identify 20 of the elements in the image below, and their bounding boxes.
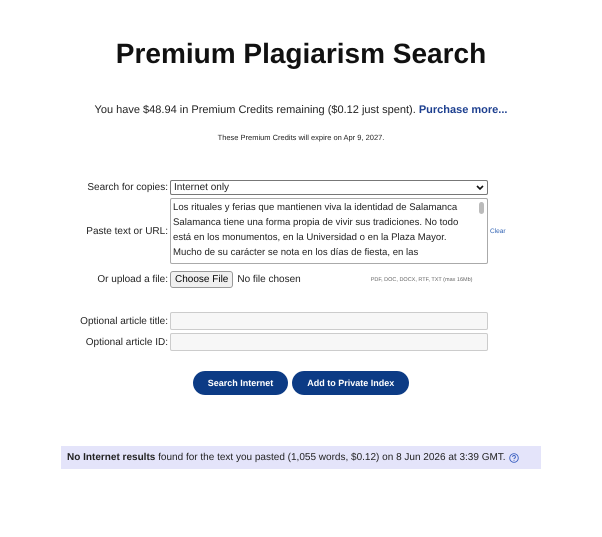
input-field[interactable] <box>170 312 488 330</box>
page-title: Premium Plagiarism Search <box>116 38 486 70</box>
action-button[interactable]: Add to Private Index <box>292 371 410 395</box>
input-field[interactable] <box>170 333 488 351</box>
file-status: No file chosen <box>237 274 301 285</box>
field-label: Or upload a file: <box>97 274 168 285</box>
purchase-link[interactable]: Purchase more... <box>418 104 508 116</box>
result-text: No Internet results found for the text you pasted (1,055 words, $0.12) on 8 Jun 2026 at 3:39 GMT. <box>67 452 506 463</box>
field-label: Search for copies: <box>87 182 168 193</box>
text-area[interactable]: Los rituales y ferias que mantienen viva la identidad de Salamanca Salamanca tiene una forma propia de vivir sus tradiciones. No todo está en los monumentos, en la Universidad o en la Plaza Mayor. Mucho de su carácter se nota en los días de fiesta, en las <box>170 198 488 264</box>
help-icon[interactable] <box>508 452 519 462</box>
chevron-icon <box>476 184 484 190</box>
action-button[interactable]: Search Internet <box>192 371 288 395</box>
field-label: Optional article title: <box>80 316 168 326</box>
field-label: Optional article ID: <box>86 336 168 348</box>
credits-text: You have $48.94 in Premium Credits remaining ($0.12 just spent). Purchase more... <box>94 104 508 116</box>
scrollbar-thumb[interactable] <box>479 202 484 214</box>
field-label: Paste text or URL: <box>86 226 168 236</box>
search-dropdown[interactable]: Internet only <box>170 180 488 195</box>
choose-file-button[interactable]: Choose File <box>170 271 234 288</box>
